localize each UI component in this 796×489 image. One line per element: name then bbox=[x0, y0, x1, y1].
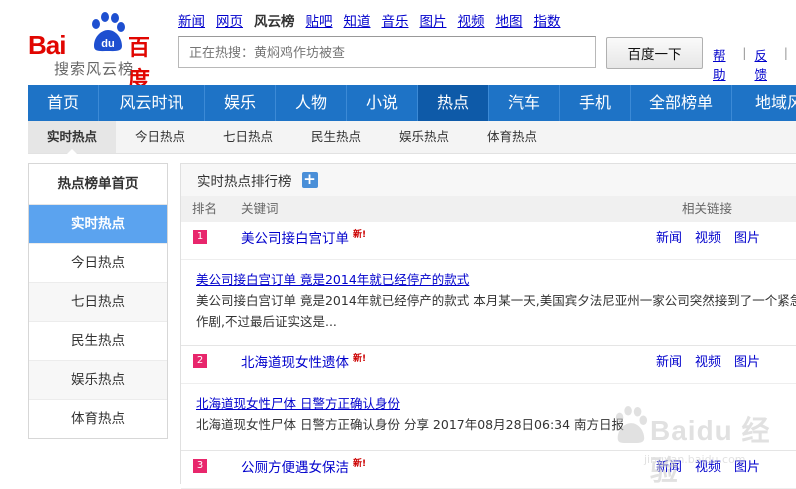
search-input[interactable] bbox=[187, 38, 591, 68]
mainnav-regional[interactable]: 地域风向 bbox=[732, 85, 796, 121]
new-badge: 新! bbox=[353, 459, 367, 469]
rank-badge: 3 bbox=[193, 459, 207, 473]
detail-text: 美公司接白宫订单 竟是2014年就已经停产的款式 本月某一天,美国宾夕法尼亚州一… bbox=[196, 293, 796, 308]
new-badge: 新! bbox=[353, 354, 367, 364]
divider: | bbox=[783, 45, 788, 60]
mainnav-people[interactable]: 人物 bbox=[276, 85, 347, 121]
main-nav: 首页 风云时讯 娱乐 人物 小说 热点 汽车 手机 全部榜单 地域风向 bbox=[28, 85, 796, 121]
image-link[interactable]: 图片 bbox=[734, 351, 760, 370]
subnav-realtime[interactable]: 实时热点 bbox=[28, 121, 116, 154]
topnav-tieba[interactable]: 贴吧 bbox=[306, 10, 333, 30]
topnav-video[interactable]: 视频 bbox=[458, 10, 485, 30]
mainnav-auto[interactable]: 汽车 bbox=[489, 85, 560, 121]
list-title-bar: 实时热点排行榜 + bbox=[181, 164, 796, 196]
top-nav: 新闻 网页 风云榜 贴吧 知道 音乐 图片 视频 地图 指数 bbox=[178, 10, 572, 30]
watermark-paw-icon bbox=[615, 406, 648, 444]
mainnav-phone[interactable]: 手机 bbox=[560, 85, 631, 121]
sidebar-item-sports[interactable]: 体育热点 bbox=[29, 400, 167, 438]
detail-text: 作剧,不过最后证实这是... bbox=[196, 314, 337, 329]
sidebar-item-livelihood[interactable]: 民生热点 bbox=[29, 322, 167, 361]
header-links: 相关链接 bbox=[682, 201, 733, 216]
help-link[interactable]: 帮助 bbox=[713, 45, 734, 83]
subnav-sports[interactable]: 体育热点 bbox=[468, 121, 556, 153]
table-row: 1 美公司接白宫订单 新! 新闻 视频 图片 bbox=[181, 222, 796, 260]
subnav-entertainment[interactable]: 娱乐热点 bbox=[380, 121, 468, 153]
topnav-news[interactable]: 新闻 bbox=[178, 10, 205, 30]
topnav-images[interactable]: 图片 bbox=[420, 10, 447, 30]
topnav-music[interactable]: 音乐 bbox=[382, 10, 409, 30]
topnav-index[interactable]: 指数 bbox=[534, 10, 561, 30]
sidebar: 热点榜单首页 实时热点 今日热点 七日热点 民生热点 娱乐热点 体育热点 bbox=[28, 163, 168, 439]
logo-bai-text: Bai bbox=[28, 30, 66, 60]
keyword-link[interactable]: 美公司接白宫订单 bbox=[241, 227, 349, 247]
related-links: 新闻 视频 图片 bbox=[656, 351, 773, 370]
topnav-map[interactable]: 地图 bbox=[496, 10, 523, 30]
mainnav-hot[interactable]: 热点 bbox=[418, 85, 489, 121]
subnav-livelihood[interactable]: 民生热点 bbox=[292, 121, 380, 153]
sidebar-item-7days[interactable]: 七日热点 bbox=[29, 283, 167, 322]
topnav-fengyunbang: 风云榜 bbox=[254, 14, 295, 30]
sidebar-item-today[interactable]: 今日热点 bbox=[29, 244, 167, 283]
divider: | bbox=[742, 45, 747, 60]
search-button[interactable]: 百度一下 bbox=[606, 37, 703, 69]
add-icon[interactable]: + bbox=[301, 172, 318, 188]
new-badge: 新! bbox=[353, 230, 367, 240]
mainnav-all-lists[interactable]: 全部榜单 bbox=[631, 85, 732, 121]
feedback-link[interactable]: 反馈 bbox=[755, 45, 776, 83]
subnav-today[interactable]: 今日热点 bbox=[116, 121, 204, 153]
topnav-web[interactable]: 网页 bbox=[216, 10, 243, 30]
detail-title-link[interactable]: 北海道现女性尸体 日警方正确认身份 bbox=[196, 396, 400, 411]
mainnav-entertainment[interactable]: 娱乐 bbox=[205, 85, 276, 121]
sub-nav: 实时热点 今日热点 七日热点 民生热点 娱乐热点 体育热点 bbox=[28, 121, 796, 154]
video-link[interactable]: 视频 bbox=[695, 351, 721, 370]
subnav-7days[interactable]: 七日热点 bbox=[204, 121, 292, 153]
image-link[interactable]: 图片 bbox=[734, 227, 760, 246]
header-rank: 排名 bbox=[192, 201, 218, 216]
rank-badge: 1 bbox=[193, 230, 207, 244]
related-links: 新闻 视频 图片 bbox=[656, 227, 773, 246]
baidu-logo[interactable]: Bai du 百度 搜索风云榜 bbox=[28, 10, 168, 93]
header-keyword: 关键词 bbox=[241, 201, 279, 216]
rank-badge: 2 bbox=[193, 354, 207, 368]
topnav-zhidao[interactable]: 知道 bbox=[344, 10, 371, 30]
news-link[interactable]: 新闻 bbox=[656, 351, 682, 370]
sidebar-item-entertainment[interactable]: 娱乐热点 bbox=[29, 361, 167, 400]
mainnav-fengyun-news[interactable]: 风云时讯 bbox=[99, 85, 205, 121]
detail-title-link[interactable]: 美公司接白宫订单 竟是2014年就已经停产的款式 bbox=[196, 272, 469, 287]
mainnav-home[interactable]: 首页 bbox=[28, 85, 99, 121]
list-title: 实时热点排行榜 bbox=[197, 174, 292, 190]
table-header: 排名 关键词 相关链接 bbox=[181, 196, 796, 222]
watermark-text: Baidu 经验 bbox=[650, 415, 771, 486]
keyword-link[interactable]: 公厕方便遇女保洁 bbox=[241, 456, 349, 476]
header-links: 帮助 | 反馈 | bbox=[713, 45, 796, 83]
watermark-url: jingyan.baidu.com bbox=[644, 453, 746, 466]
paw-icon: du bbox=[92, 12, 125, 52]
row-detail: 美公司接白宫订单 竟是2014年就已经停产的款式 美公司接白宫订单 竟是2014… bbox=[181, 260, 796, 346]
sidebar-title[interactable]: 热点榜单首页 bbox=[29, 164, 167, 205]
table-row: 2 北海道现女性遗体 新! 新闻 视频 图片 bbox=[181, 346, 796, 384]
keyword-link[interactable]: 北海道现女性遗体 bbox=[241, 351, 349, 371]
news-link[interactable]: 新闻 bbox=[656, 227, 682, 246]
sidebar-item-realtime[interactable]: 实时热点 bbox=[29, 205, 167, 244]
logo-du-text: du bbox=[101, 38, 114, 50]
mainnav-novel[interactable]: 小说 bbox=[347, 85, 418, 121]
video-link[interactable]: 视频 bbox=[695, 227, 721, 246]
search-box bbox=[178, 36, 596, 68]
watermark: Baidu 经验 jingyan.baidu.com bbox=[608, 405, 796, 486]
logo-subtitle: 搜索风云榜 bbox=[54, 60, 135, 78]
